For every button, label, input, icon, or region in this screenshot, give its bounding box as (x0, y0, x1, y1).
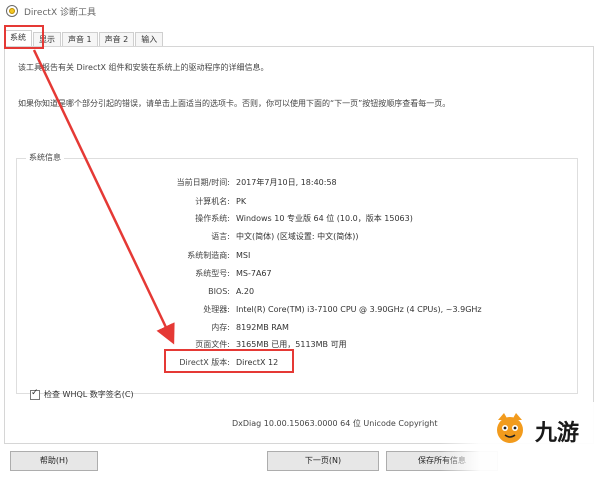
watermark-text: 九游 (535, 421, 580, 446)
jiuyou-logo-icon (497, 413, 523, 443)
